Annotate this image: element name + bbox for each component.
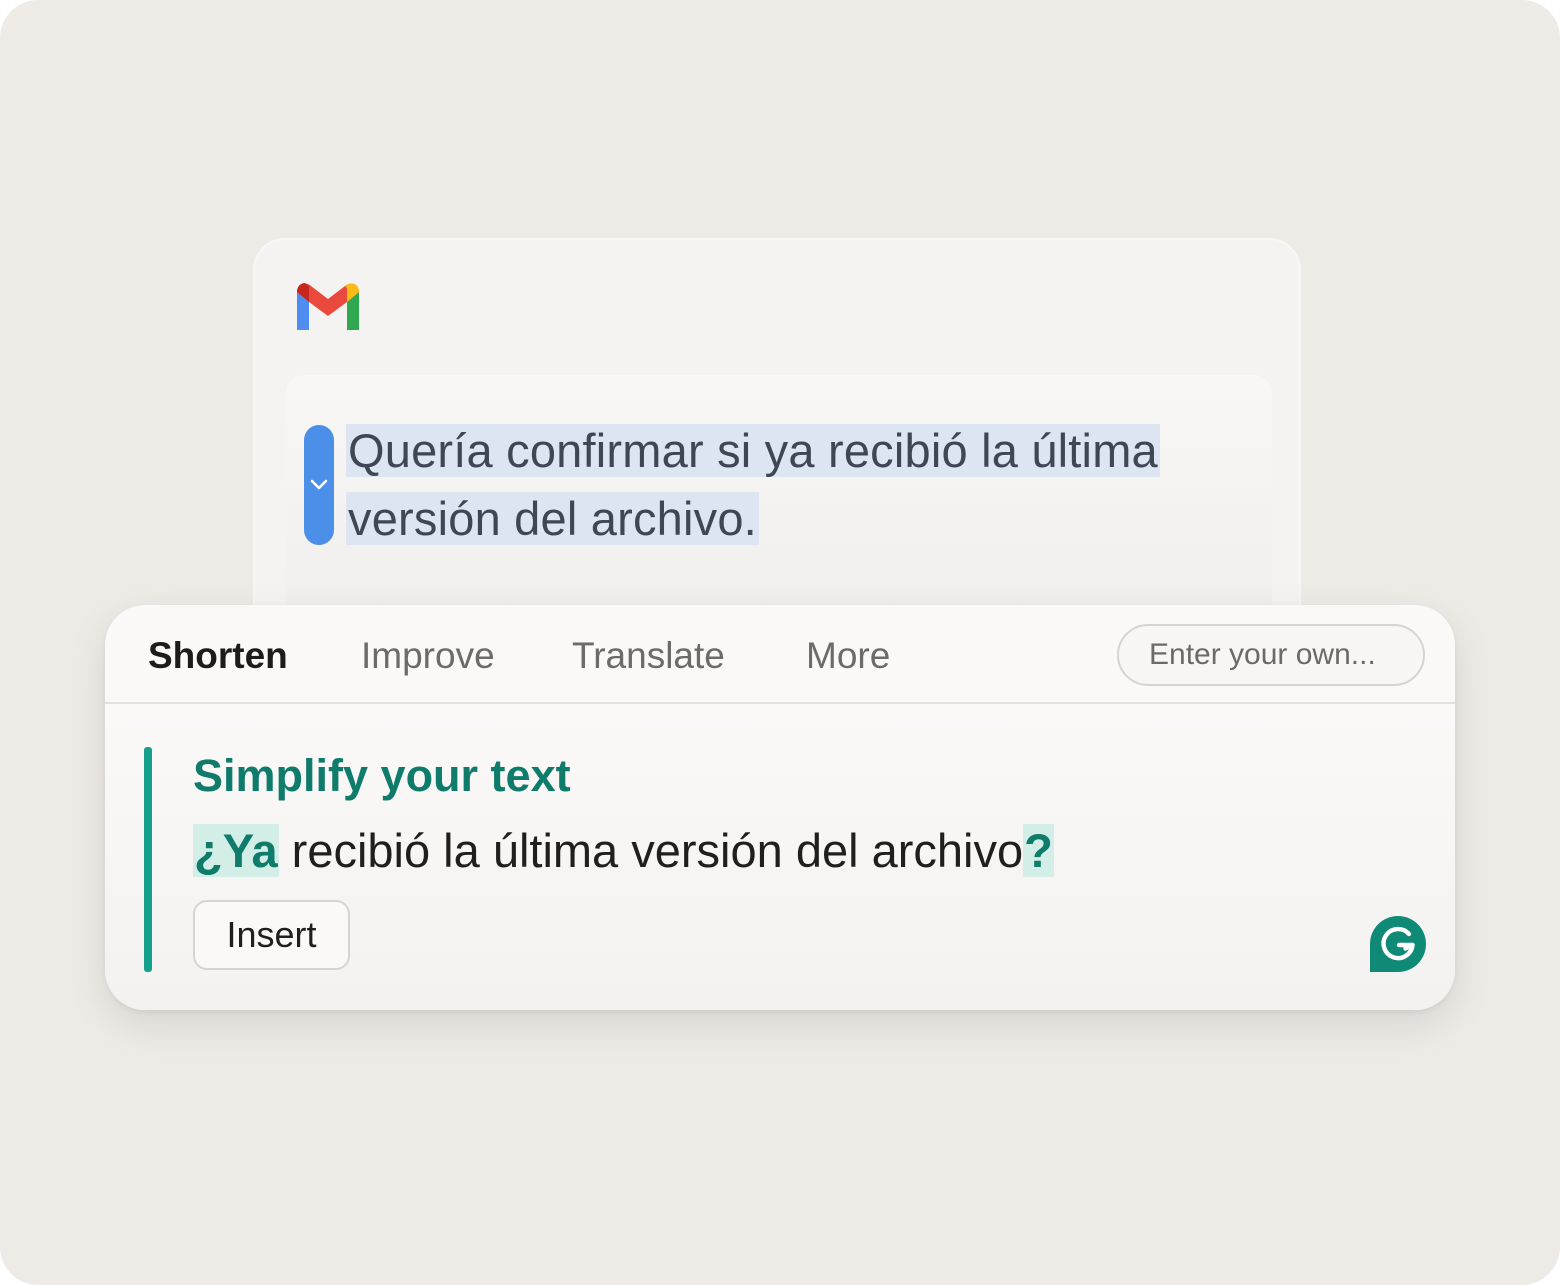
grammarly-logo-icon: [1370, 916, 1426, 972]
own-prompt-input[interactable]: [1117, 624, 1425, 686]
suggestion-accent-bar: [144, 747, 152, 972]
selected-text-line-1: Quería confirmar si ya recibió la última: [346, 424, 1160, 477]
gmail-logo-icon: [297, 283, 359, 330]
selected-text-line-2: versión del archivo.: [346, 492, 759, 545]
page: Quería confirmar si ya recibió la última…: [0, 0, 1560, 1285]
grammarly-popup: Shorten Improve Translate More Simplify …: [105, 605, 1455, 1010]
suggestion-panel: Simplify your text ¿Ya recibió la última…: [105, 704, 1455, 1010]
tab-shorten[interactable]: Shorten: [148, 634, 288, 678]
suggestion-text: ¿Ya recibió la última versión del archiv…: [193, 820, 1054, 882]
tab-bar: Shorten Improve Translate More: [105, 605, 1455, 704]
grammarly-handle[interactable]: [304, 425, 334, 545]
tab-improve[interactable]: Improve: [361, 634, 495, 678]
inserted-prefix: ¿Ya: [193, 824, 279, 877]
tab-more[interactable]: More: [806, 634, 890, 678]
tab-translate[interactable]: Translate: [572, 634, 725, 678]
suggestion-title: Simplify your text: [193, 750, 571, 801]
chevron-down-icon: [310, 479, 328, 490]
selected-text[interactable]: Quería confirmar si ya recibió la última…: [346, 417, 1206, 553]
inserted-suffix: ?: [1023, 824, 1054, 877]
suggestion-body: recibió la última versión del archivo: [278, 824, 1024, 877]
insert-button[interactable]: Insert: [193, 900, 350, 970]
